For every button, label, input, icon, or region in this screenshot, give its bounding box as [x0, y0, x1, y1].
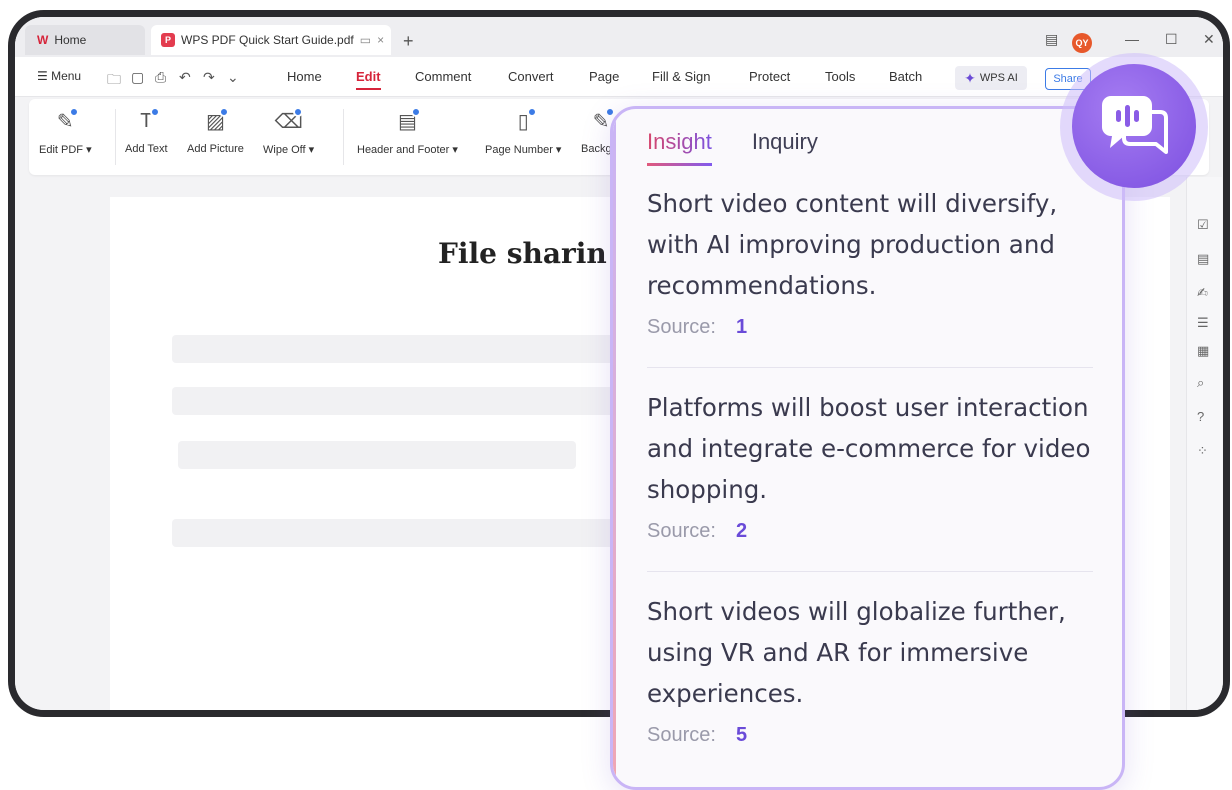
wps-logo-icon: W: [37, 33, 49, 47]
eraser-icon: ⌫: [274, 107, 303, 135]
print-icon[interactable]: ⎙: [155, 69, 166, 86]
maximize-icon[interactable]: ☐: [1165, 31, 1178, 48]
source-row: Source: 1: [647, 316, 1093, 339]
sparkle-icon: ✦: [964, 69, 976, 86]
menu-batch[interactable]: Batch: [889, 69, 922, 84]
header-footer-button[interactable]: ▤ Header and Footer ▾: [357, 107, 458, 156]
tab-document[interactable]: P WPS PDF Quick Start Guide.pdf ▭ ×: [151, 25, 391, 55]
ai-insight-card: Insight Inquiry Short video content will…: [610, 106, 1125, 790]
menu-home[interactable]: Home: [287, 69, 322, 84]
source-row: Source: 5: [647, 724, 1093, 747]
add-picture-button[interactable]: ▨ Add Picture: [187, 107, 244, 155]
redo-icon[interactable]: ↷: [203, 69, 215, 86]
wipe-off-button[interactable]: ⌫ Wipe Off ▾: [263, 107, 314, 156]
insight-text: Short video content will diversify, with…: [647, 189, 1058, 300]
source-link[interactable]: 2: [736, 520, 747, 542]
insight-text: Short videos will globalize further, usi…: [647, 597, 1066, 708]
text-placeholder: [172, 519, 632, 547]
menu-fill-sign[interactable]: Fill & Sign: [652, 69, 711, 84]
menu-bar: ☰ Menu 🗀 ▢ ⎙ ↶ ↷ ⌄ Home Edit Comment Con…: [15, 57, 1223, 97]
ribbon-divider: [343, 109, 344, 165]
text-placeholder: [172, 387, 632, 415]
source-row: Source: 2: [647, 520, 1093, 543]
menu-tools[interactable]: Tools: [825, 69, 855, 84]
main-menu-button[interactable]: ☰ Menu: [37, 69, 81, 83]
search-icon[interactable]: ⌕: [1197, 375, 1204, 391]
page-number-button[interactable]: ▯ Page Number ▾: [485, 107, 561, 156]
insight-text: Platforms will boost user interaction an…: [647, 393, 1091, 504]
edit-pdf-label: Edit PDF ▾: [39, 144, 92, 156]
header-footer-icon: ▤: [393, 107, 422, 135]
edit-note-icon[interactable]: ☑: [1197, 217, 1209, 233]
document-heading: File sharin: [438, 237, 607, 270]
pdf-file-icon: P: [161, 33, 175, 47]
apps-grid-icon[interactable]: ⁘: [1197, 443, 1208, 459]
source-label: Source:: [647, 724, 716, 746]
chevron-down-icon[interactable]: ⌄: [227, 69, 239, 86]
signature-icon[interactable]: ✍: [1197, 285, 1208, 301]
close-window-icon[interactable]: ✕: [1203, 31, 1215, 48]
source-link[interactable]: 5: [736, 724, 747, 746]
insight-item: Platforms will boost user interaction an…: [647, 387, 1093, 543]
edit-pdf-icon: ✎: [51, 107, 80, 135]
cast-icon[interactable]: ▭: [360, 33, 371, 47]
wps-ai-label: WPS AI: [979, 72, 1018, 84]
divider: [647, 571, 1093, 572]
insight-item: Short videos will globalize further, usi…: [647, 591, 1093, 747]
ribbon-divider: [115, 109, 116, 165]
save-icon[interactable]: ▢: [131, 69, 144, 86]
source-label: Source:: [647, 316, 716, 338]
add-picture-label: Add Picture: [187, 143, 244, 155]
tab-home[interactable]: W Home: [25, 25, 145, 55]
tab-bar: W Home P WPS PDF Quick Start Guide.pdf ▭…: [15, 17, 1223, 57]
insight-tabs: Insight Inquiry: [647, 129, 858, 166]
right-sidebar: ☑ ▤ ✍ ☰ ▦ ⌕ ? ⁘: [1186, 177, 1222, 710]
text-placeholder: [178, 441, 576, 469]
menu-protect[interactable]: Protect: [749, 69, 790, 84]
open-folder-icon[interactable]: 🗀: [107, 69, 121, 93]
header-footer-label: Header and Footer ▾: [357, 144, 458, 156]
new-tab-button[interactable]: +: [403, 31, 414, 52]
tab-inquiry[interactable]: Inquiry: [752, 129, 818, 166]
page-number-icon: ▯: [509, 107, 538, 135]
menu-comment[interactable]: Comment: [415, 69, 471, 84]
add-text-icon: T: [132, 107, 161, 135]
wipe-off-label: Wipe Off ▾: [263, 144, 315, 156]
text-placeholder: [172, 335, 632, 363]
menu-edit[interactable]: Edit: [356, 69, 381, 90]
user-avatar[interactable]: QY: [1072, 33, 1092, 53]
calendar-icon[interactable]: ▦: [1197, 343, 1209, 359]
edit-pdf-button[interactable]: ✎ Edit PDF ▾: [39, 107, 92, 156]
help-icon[interactable]: ?: [1197, 409, 1204, 424]
add-picture-icon: ▨: [201, 107, 230, 135]
undo-icon[interactable]: ↶: [179, 69, 191, 86]
menu-page[interactable]: Page: [589, 69, 619, 84]
minimize-icon[interactable]: —: [1125, 31, 1139, 47]
tab-document-label: WPS PDF Quick Start Guide.pdf: [181, 33, 354, 47]
outline-icon[interactable]: ☰: [1197, 315, 1209, 331]
close-tab-icon[interactable]: ×: [377, 33, 384, 47]
source-label: Source:: [647, 520, 716, 542]
document-icon[interactable]: ▤: [1197, 251, 1209, 267]
page-layout-icon[interactable]: ▤: [1045, 31, 1058, 48]
chat-voice-icon: [1102, 96, 1168, 154]
menu-convert[interactable]: Convert: [508, 69, 554, 84]
divider: [647, 367, 1093, 368]
page-number-label: Page Number ▾: [485, 144, 562, 156]
tab-home-label: Home: [54, 33, 87, 47]
wps-ai-button[interactable]: ✦ WPS AI: [955, 66, 1027, 90]
source-link[interactable]: 1: [736, 316, 747, 338]
tab-insight[interactable]: Insight: [647, 129, 712, 166]
ai-assistant-button[interactable]: [1072, 64, 1196, 188]
add-text-button[interactable]: T Add Text: [125, 107, 168, 155]
insight-item: Short video content will diversify, with…: [647, 183, 1093, 339]
add-text-label: Add Text: [125, 143, 168, 155]
